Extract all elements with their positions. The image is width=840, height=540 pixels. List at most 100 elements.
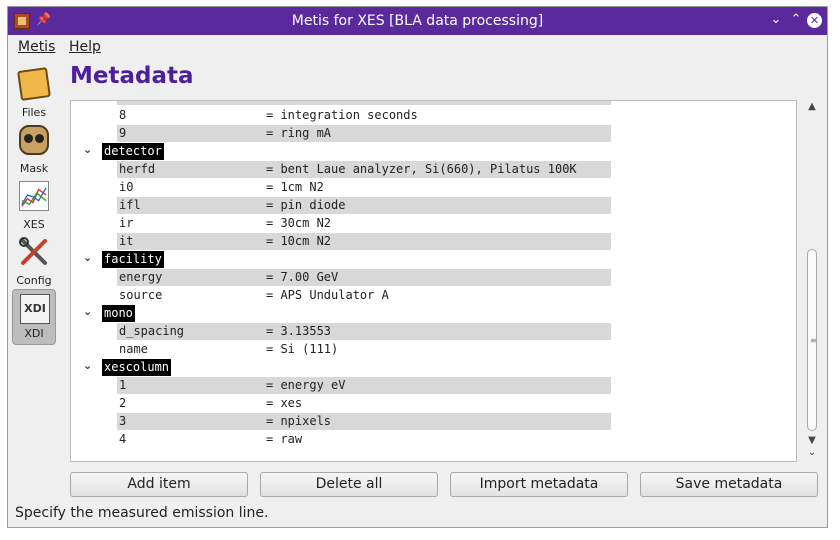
tree-item-key: name: [119, 342, 148, 356]
save-metadata-button[interactable]: Save metadata: [640, 472, 818, 497]
mask-icon: [19, 125, 49, 155]
chevron-down-icon[interactable]: ⌄: [83, 305, 92, 318]
tree-item-row[interactable]: herfd = bent Laue analyzer, Si(660), Pila…: [71, 161, 796, 179]
tree-item-row[interactable]: 2 = xes: [71, 395, 796, 413]
scroll-track[interactable]: ≡: [807, 117, 817, 445]
sidebar-item-label: Config: [16, 274, 52, 287]
tree-item-value[interactable]: = integration seconds: [266, 108, 418, 122]
tree-item-key: 1: [119, 378, 127, 392]
tree-item-value[interactable]: = raw: [266, 432, 302, 446]
chevron-down-icon[interactable]: ⌄: [83, 359, 92, 372]
tree-item-key: 4: [119, 432, 127, 446]
sidebar-item-files[interactable]: Files: [12, 67, 56, 119]
import-metadata-button[interactable]: Import metadata: [450, 472, 628, 497]
tree-item-key: 2: [119, 396, 127, 410]
scroll-down-icon[interactable]: ▼: [804, 435, 820, 446]
row-stripe: [117, 269, 611, 286]
tree-item-row[interactable]: name = Si (111): [71, 341, 796, 359]
sidebar-item-label: Files: [21, 106, 47, 119]
tree-item-row[interactable]: d_spacing = 3.13553: [71, 323, 796, 341]
tree-item-value[interactable]: = 10cm N2: [266, 234, 331, 248]
tree-group-row[interactable]: ⌄ facility: [71, 251, 796, 269]
close-icon[interactable]: ✕: [807, 13, 822, 28]
tree-item-key: i0: [119, 180, 134, 194]
tree-item-row[interactable]: 8 = integration seconds: [71, 107, 796, 125]
sidebar-item-label: XDI: [24, 327, 44, 340]
xdi-icon: XDI: [20, 294, 50, 324]
chart-icon: [19, 181, 49, 211]
menu-help[interactable]: Help: [69, 39, 101, 55]
tree-item-value[interactable]: = 3.13553: [266, 324, 331, 338]
tree-item-value[interactable]: = 30cm N2: [266, 216, 331, 230]
app-window: 📌 Metis for XES [BLA data processing] ⌄ …: [7, 6, 828, 528]
tree-item-key: ifl: [119, 198, 141, 212]
sidebar-item-label: Mask: [19, 162, 49, 175]
tree-item-key: d_spacing: [119, 324, 185, 338]
tree-item-value[interactable]: = pin diode: [266, 198, 345, 212]
scroll-end-icon[interactable]: ⌄: [804, 447, 820, 458]
tree-item-row[interactable]: ir = 30cm N2: [71, 215, 796, 233]
minimize-icon[interactable]: ⌄: [768, 12, 784, 28]
tree-item-value[interactable]: = 1cm N2: [266, 180, 324, 194]
tree-item-key: herfd: [119, 162, 156, 176]
menu-bar: Metis Help: [8, 35, 827, 59]
add-item-button[interactable]: Add item: [70, 472, 248, 497]
tree-item-value[interactable]: = Si (111): [266, 342, 338, 356]
tree-item-value[interactable]: = 7.00 GeV: [266, 270, 338, 284]
tree-group-row[interactable]: ⌄ xescolumn: [71, 359, 796, 377]
row-stripe: [117, 101, 611, 105]
sidebar-item-mask[interactable]: Mask: [12, 123, 56, 175]
tree-item-row[interactable]: ifl = pin diode: [71, 197, 796, 215]
scroll-thumb[interactable]: ≡: [807, 249, 817, 431]
tree-item-key: it: [119, 234, 134, 248]
scroll-up-icon[interactable]: ▲: [804, 101, 820, 112]
tree-group-row[interactable]: ⌄ detector: [71, 143, 796, 161]
row-stripe: [117, 377, 611, 394]
menu-metis[interactable]: Metis: [18, 39, 55, 55]
tree-group-label: detector: [102, 143, 164, 160]
tree-item-row[interactable]: 9 = ring mA: [71, 125, 796, 143]
tree-group-label: mono: [102, 305, 135, 322]
vertical-scrollbar[interactable]: ▲ ≡ ▼ ⌄: [804, 101, 820, 463]
metadata-tree[interactable]: 8 = integration seconds 9 = ring mA ⌄ detecto…: [70, 100, 797, 462]
tree-item-row[interactable]: i0 = 1cm N2: [71, 179, 796, 197]
tree-item-row[interactable]: energy = 7.00 GeV: [71, 269, 796, 287]
tree-group-label: xescolumn: [102, 359, 172, 376]
tree-item-key: 9: [119, 126, 127, 140]
tools-icon: [19, 237, 47, 265]
tree-item-row[interactable]: source = APS Undulator A: [71, 287, 796, 305]
sidebar-item-label: XES: [23, 218, 45, 231]
page-title: Metadata: [70, 63, 194, 89]
tree-group-row[interactable]: ⌄ mono: [71, 305, 796, 323]
tree-item-key: source: [119, 288, 163, 302]
row-stripe: [117, 323, 611, 340]
delete-all-button[interactable]: Delete all: [260, 472, 438, 497]
sidebar-item-config[interactable]: Config: [12, 235, 56, 287]
tree-item-key: energy: [119, 270, 163, 284]
tree-item-value[interactable]: = APS Undulator A: [266, 288, 389, 302]
folder-icon: [17, 67, 51, 101]
maximize-icon[interactable]: ⌃: [788, 12, 804, 28]
tree-item-row[interactable]: 4 = raw: [71, 431, 796, 449]
tree-item-key: 8: [119, 108, 127, 122]
row-stripe: [117, 413, 611, 430]
row-stripe: [117, 197, 611, 214]
row-stripe: [117, 233, 611, 250]
tree-item-value[interactable]: = energy eV: [266, 378, 345, 392]
tree-item-value[interactable]: = ring mA: [266, 126, 331, 140]
tree-item-row[interactable]: 3 = npixels: [71, 413, 796, 431]
tree-item-value[interactable]: = xes: [266, 396, 302, 410]
sidebar-item-xdi[interactable]: XDI XDI: [12, 289, 56, 345]
window-title: Metis for XES [BLA data processing]: [291, 13, 544, 29]
grip-icon: ≡: [810, 336, 817, 345]
tree-item-row[interactable]: it = 10cm N2: [71, 233, 796, 251]
tree-item-key: ir: [119, 216, 134, 230]
chevron-down-icon[interactable]: ⌄: [83, 143, 92, 156]
tree-item-value[interactable]: = npixels: [266, 414, 331, 428]
tree-item-row[interactable]: 1 = energy eV: [71, 377, 796, 395]
chevron-down-icon[interactable]: ⌄: [83, 251, 92, 264]
sidebar-item-xes[interactable]: XES: [12, 179, 56, 231]
tree-item-value[interactable]: = bent Laue analyzer, Si(660), Pilatus 1…: [266, 162, 577, 176]
status-bar: Specify the measured emission line.: [15, 505, 269, 521]
title-bar[interactable]: 📌 Metis for XES [BLA data processing] ⌄ …: [8, 7, 827, 35]
